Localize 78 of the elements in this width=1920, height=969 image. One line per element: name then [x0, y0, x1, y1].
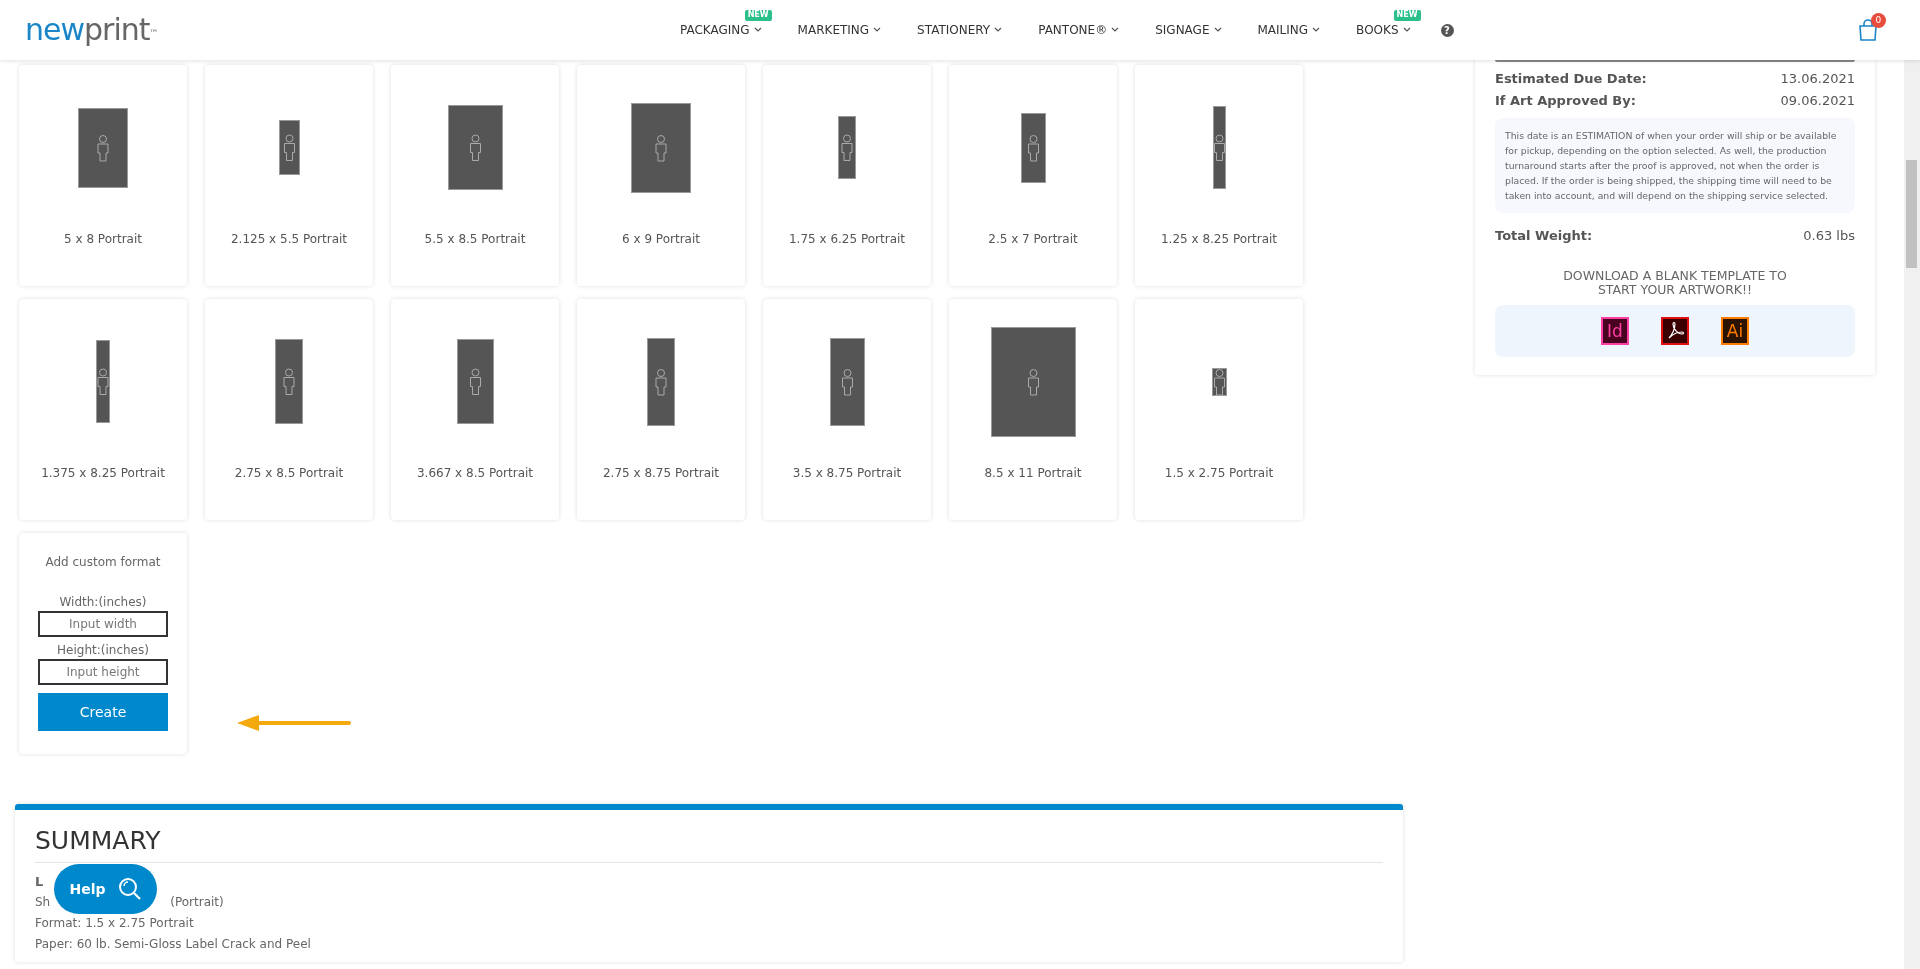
format-preview-drawing: [838, 116, 856, 179]
format-label: 5 x 8 Portrait: [64, 231, 142, 248]
download-title: DOWNLOAD A BLANK TEMPLATE TO START YOUR ARTWORK!!: [1562, 269, 1788, 297]
row-value: 13.06.2021: [1780, 70, 1855, 88]
format-label: 3.667 x 8.5 Portrait: [416, 465, 534, 482]
summary-text: Sh: [35, 894, 51, 911]
format-card[interactable]: 1.25 x 8.25 Portrait: [1135, 65, 1303, 286]
format-preview-drawing: [278, 120, 300, 175]
summary-text: Paper: 60 lb. Semi-Gloss Label Crack and Peel: [35, 936, 311, 953]
format-label: 1.75 x 6.25 Portrait: [788, 231, 906, 248]
cart-icon[interactable]: [1858, 19, 1878, 41]
cart-count: 0: [1871, 13, 1886, 28]
help-icon[interactable]: ?: [1440, 23, 1454, 37]
format-preview-drawing: [1211, 367, 1227, 396]
create-button[interactable]: Create: [38, 693, 168, 731]
nav-menu-item[interactable]: MARKETING: [779, 21, 900, 39]
logo[interactable]: newprint$^{™}$: [25, 15, 158, 45]
format-label: 5.5 x 8.5 Portrait: [424, 231, 526, 248]
format-label: 6 x 9 Portrait: [622, 231, 700, 248]
caret-icon: [994, 27, 1003, 33]
format-card[interactable]: 5.5 x 8.5 Portrait: [391, 65, 559, 286]
nav-menu-item[interactable]: SIGNAGE: [1137, 21, 1240, 39]
row-label: If Art Approved By:: [1495, 92, 1636, 110]
caret-icon: [1111, 27, 1120, 33]
summary-title: SUMMARY: [35, 826, 1383, 863]
new-badge: NEW: [744, 10, 772, 21]
height-label: Height:(inches): [56, 642, 150, 659]
row-value: 09.06.2021: [1780, 92, 1855, 110]
format-label: 1.25 x 8.25 Portrait: [1160, 231, 1278, 248]
indesign-template-icon[interactable]: Id: [1601, 317, 1629, 345]
format-label: 2.5 x 7 Portrait: [988, 231, 1078, 248]
format-card[interactable]: 8.5 x 11 Portrait: [949, 299, 1117, 520]
custom-format-title: Add custom format: [44, 554, 162, 571]
format-card[interactable]: 3.667 x 8.5 Portrait: [391, 299, 559, 520]
format-label: 2.125 x 5.5 Portrait: [230, 231, 348, 248]
pdf-icon[interactable]: [1661, 317, 1689, 345]
caret-icon: [1402, 27, 1411, 33]
format-card[interactable]: 3.5 x 8.75 Portrait: [763, 299, 931, 520]
caret-icon: [753, 27, 762, 33]
summary-text: (Portrait): [170, 894, 224, 911]
width-label: Width:(inches): [58, 594, 148, 611]
caret-icon: [1312, 27, 1321, 33]
format-card[interactable]: 2.75 x 8.75 Portrait: [577, 299, 745, 520]
caret-icon: [873, 27, 882, 33]
new-badge: NEW: [1393, 10, 1421, 21]
nav-menu-item[interactable]: BOOKS: [1338, 21, 1429, 39]
row-label: Estimated Due Date:: [1495, 70, 1647, 88]
row-label: Total Weight:: [1495, 227, 1593, 245]
format-label: 1.375 x 8.25 Portrait: [41, 465, 165, 482]
height-input[interactable]: Input height: [38, 659, 168, 685]
format-card[interactable]: 1.75 x 6.25 Portrait: [763, 65, 931, 286]
row-value: 0.63 lbs: [1803, 227, 1855, 245]
nav-menu-item[interactable]: STATIONERY: [899, 21, 1021, 39]
caret-icon: [1213, 27, 1222, 33]
format-card[interactable]: 2.125 x 5.5 Portrait: [205, 65, 373, 286]
help-button[interactable]: Help: [54, 864, 157, 914]
format-card[interactable]: 1.375 x 8.25 Portrait: [19, 299, 187, 520]
format-card[interactable]: 2.5 x 7 Portrait: [949, 65, 1117, 286]
format-card[interactable]: 2.75 x 8.5 Portrait: [205, 299, 373, 520]
summary-text: L: [35, 873, 44, 891]
scrollbar[interactable]: [1906, 160, 1917, 268]
nav-menu-item[interactable]: PACKAGING: [662, 21, 780, 39]
format-label: 1.5 x 2.75 Portrait: [1164, 465, 1274, 482]
format-card[interactable]: 1.5 x 2.75 Portrait: [1135, 299, 1303, 520]
width-input[interactable]: Input width: [38, 611, 168, 637]
search-icon: [117, 877, 142, 901]
format-label: 8.5 x 11 Portrait: [984, 465, 1082, 482]
format-card[interactable]: 6 x 9 Portrait: [577, 65, 745, 286]
format-card[interactable]: 5 x 8 Portrait: [19, 65, 187, 286]
summary-text: Format: 1.5 x 2.75 Portrait: [35, 915, 194, 932]
nav-menu-item[interactable]: MAILING: [1239, 21, 1339, 39]
format-preview-drawing: [1020, 112, 1046, 183]
nav-menu-item[interactable]: PANTONE®: [1020, 21, 1138, 39]
illustrator-template-icon[interactable]: Ai: [1721, 317, 1749, 345]
format-label: 2.75 x 8.75 Portrait: [602, 465, 720, 482]
format-label: 3.5 x 8.75 Portrait: [792, 465, 902, 482]
format-label: 2.75 x 8.5 Portrait: [234, 465, 344, 482]
estimation-note: This date is an ESTIMATION of when your order will ship or be available for pickup, depending on the option selected. As well, the production turnaround starts after the proof is approved, not when the order is placed. If the order is being shipped, the shipping time will need to be taken into account, and will depend on the shipping service selected.: [1495, 118, 1855, 213]
